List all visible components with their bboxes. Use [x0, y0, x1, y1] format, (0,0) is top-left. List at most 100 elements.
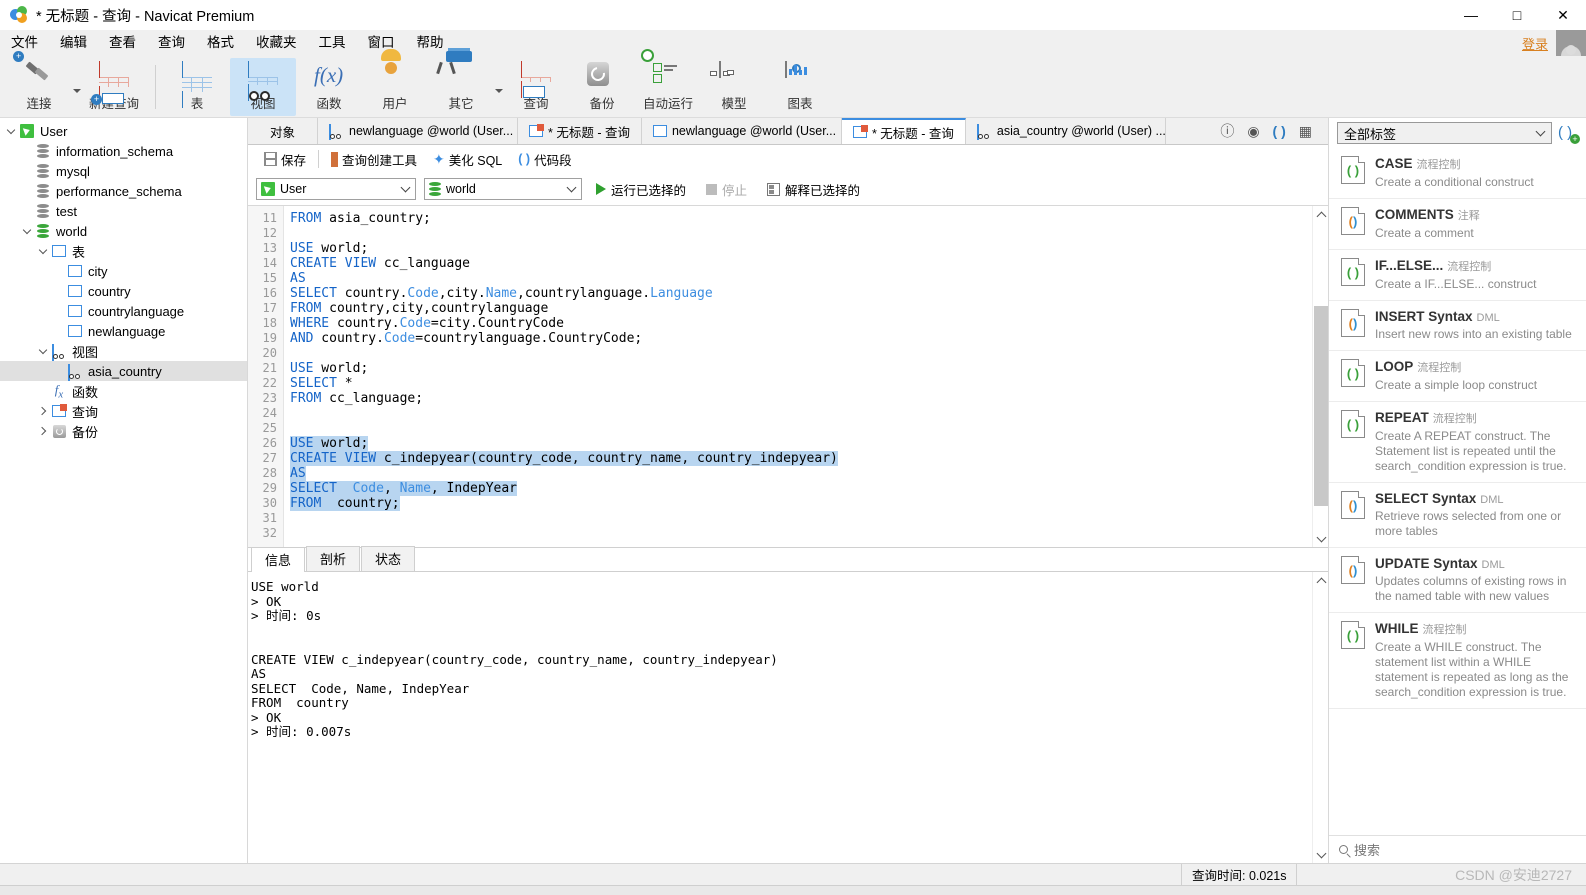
code-line[interactable]: AS [290, 271, 1312, 286]
code-line[interactable] [290, 406, 1312, 421]
menu-view[interactable]: 查看 [98, 30, 147, 56]
grid-layout-icon[interactable]: ▦ [1299, 123, 1312, 140]
toolbar-connection[interactable]: + 连接 [6, 50, 72, 116]
code-line[interactable] [290, 226, 1312, 241]
toolbar-view[interactable]: 视图 [230, 57, 296, 116]
code-line[interactable]: AS [290, 466, 1312, 481]
stop-button[interactable]: 停止 [700, 177, 753, 201]
snippet-filter-select[interactable]: 全部标签 [1337, 122, 1552, 144]
connection-dropdown-icon[interactable] [73, 88, 81, 93]
scroll-up-icon[interactable] [1313, 572, 1329, 589]
tree-node-mysql[interactable]: mysql [0, 161, 247, 181]
code-line[interactable]: SELECT * [290, 376, 1312, 391]
code-line[interactable]: SELECT Code, Name, IndepYear [290, 481, 1312, 496]
code-line[interactable]: FROM cc_language; [290, 391, 1312, 406]
explain-selected-button[interactable]: 解释已选择的 [761, 177, 866, 201]
tree-twisty[interactable] [36, 345, 50, 354]
tree-node-user[interactable]: User [0, 121, 247, 141]
tree-node-newlanguage[interactable]: newlanguage [0, 321, 247, 341]
code-line[interactable]: USE world; [290, 361, 1312, 376]
toolbar-new-query[interactable]: + 新建查询 [81, 58, 147, 116]
tree-twisty[interactable] [4, 125, 18, 134]
tree-node-performance_schema[interactable]: performance_schema [0, 181, 247, 201]
tab-0[interactable]: newlanguage @world (User... [318, 118, 519, 144]
code-line[interactable]: USE world; [290, 436, 1312, 451]
code-line[interactable]: CREATE VIEW cc_language [290, 256, 1312, 271]
scroll-down-icon[interactable] [1313, 530, 1329, 547]
close-button[interactable]: ✕ [1540, 0, 1586, 30]
code-snippet-button[interactable]: ( ) 代码段 [510, 147, 579, 171]
tree-node-information_schema[interactable]: information_schema [0, 141, 247, 161]
snippet-item[interactable]: () UPDATE Syntax DML Updates columns of exi… [1329, 548, 1586, 613]
snippet-item[interactable]: ( ) LOOP 流程控制 Create a simple loop construc… [1329, 351, 1586, 402]
code-line[interactable] [290, 421, 1312, 436]
code-line[interactable]: CREATE VIEW c_indepyear(country_code, co… [290, 451, 1312, 466]
code-snippet-icon[interactable]: ( ) [1273, 123, 1286, 139]
menu-query[interactable]: 查询 [147, 30, 196, 56]
object-tree[interactable]: User information_schema mysql performance_s… [0, 118, 248, 863]
snippet-item[interactable]: () COMMENTS 注释 Create a comment [1329, 199, 1586, 250]
tree-node-city[interactable]: city [0, 261, 247, 281]
connection-select[interactable]: User [256, 178, 416, 200]
tree-node-[interactable]: fx 函数 [0, 381, 247, 401]
snippet-search[interactable]: 搜索 [1329, 835, 1586, 863]
editor-vertical-scrollbar[interactable] [1312, 206, 1328, 547]
toolbar-function[interactable]: f(x) 函数 [296, 58, 362, 116]
menu-favorites[interactable]: 收藏夹 [245, 30, 308, 56]
tree-node-[interactable]: 表 [0, 241, 247, 261]
snippet-item[interactable]: ( ) IF...ELSE... 流程控制 Create a IF...ELSE...… [1329, 250, 1586, 301]
toolbar-user[interactable]: 用户 [362, 48, 428, 116]
snippet-item[interactable]: () SELECT Syntax DML Retrieve rows selected… [1329, 483, 1586, 548]
avatar[interactable] [1556, 30, 1586, 56]
info-icon[interactable]: ⓘ [1220, 121, 1234, 141]
code-line[interactable]: SELECT country.Code,city.Name,countrylan… [290, 286, 1312, 301]
editor-code[interactable]: FROM asia_country; USE world; CREATE VIEW… [284, 206, 1312, 547]
tab-4[interactable]: asia_country @world (User) ... [965, 118, 1166, 144]
tree-node-asia_country[interactable]: asia_country [0, 361, 247, 381]
tab-1[interactable]: * 无标题 - 查询 [518, 118, 642, 144]
toolbar-backup[interactable]: 备份 [569, 58, 635, 116]
toolbar-table[interactable]: 表 [164, 58, 230, 116]
snippet-list[interactable]: ( ) CASE 流程控制 Create a conditional construc… [1329, 148, 1586, 835]
code-line[interactable] [290, 346, 1312, 361]
toolbar-model[interactable]: 模型 [701, 58, 767, 116]
code-line[interactable]: AND country.Code=countrylanguage.Country… [290, 331, 1312, 346]
tree-twisty[interactable] [36, 245, 50, 254]
tab-objects[interactable]: 对象 [248, 118, 319, 144]
menu-tools[interactable]: 工具 [308, 30, 357, 56]
code-line[interactable]: FROM country; [290, 496, 1312, 511]
tree-twisty[interactable] [20, 225, 34, 234]
snippet-item[interactable]: () INSERT Syntax DML Insert new rows into a… [1329, 301, 1586, 351]
beautify-sql-button[interactable]: ✦ 美化 SQL [425, 147, 510, 171]
toolbar-chart[interactable]: 图表 [767, 58, 833, 116]
other-dropdown-icon[interactable] [495, 88, 503, 93]
snippet-item[interactable]: ( ) WHILE 流程控制 Create a WHILE construct. Th… [1329, 613, 1586, 709]
code-line[interactable]: FROM country,city,countrylanguage [290, 301, 1312, 316]
login-link[interactable]: 登录 [1522, 34, 1548, 53]
tree-node-countrylanguage[interactable]: countrylanguage [0, 301, 247, 321]
code-line[interactable] [290, 511, 1312, 526]
tree-node-[interactable]: 查询 [0, 401, 247, 421]
add-snippet-button[interactable]: ( ) + [1558, 123, 1580, 144]
preview-eye-icon[interactable]: ◉ [1247, 123, 1259, 140]
code-line[interactable]: WHERE country.Code=city.CountryCode [290, 316, 1312, 331]
tree-node-[interactable]: 备份 [0, 421, 247, 441]
code-line[interactable]: FROM asia_country; [290, 211, 1312, 226]
run-selected-button[interactable]: 运行已选择的 [590, 177, 692, 201]
tree-twisty[interactable] [36, 406, 50, 416]
tree-node-[interactable]: 视图 [0, 341, 247, 361]
sql-editor[interactable]: 11 12 13 14 15 16 17 18 19 20 21 22 23 24 25 26 27 28 29 30… [248, 205, 1328, 547]
snippet-item[interactable]: ( ) CASE 流程控制 Create a conditional construc… [1329, 148, 1586, 199]
maximize-button[interactable]: □ [1494, 0, 1540, 30]
toolbar-query[interactable]: 查询 [503, 58, 569, 116]
scroll-up-icon[interactable] [1313, 206, 1329, 223]
scrollbar-thumb[interactable] [1314, 306, 1328, 506]
save-button[interactable]: 保存 [256, 147, 314, 171]
tree-node-country[interactable]: country [0, 281, 247, 301]
tree-node-test[interactable]: test [0, 201, 247, 221]
menu-file[interactable]: 文件 [0, 30, 49, 56]
code-line[interactable] [290, 526, 1312, 541]
toolbar-other[interactable]: 其它 [428, 47, 494, 116]
results-tab-剖析[interactable]: 剖析 [306, 546, 361, 571]
tree-node-world[interactable]: world [0, 221, 247, 241]
